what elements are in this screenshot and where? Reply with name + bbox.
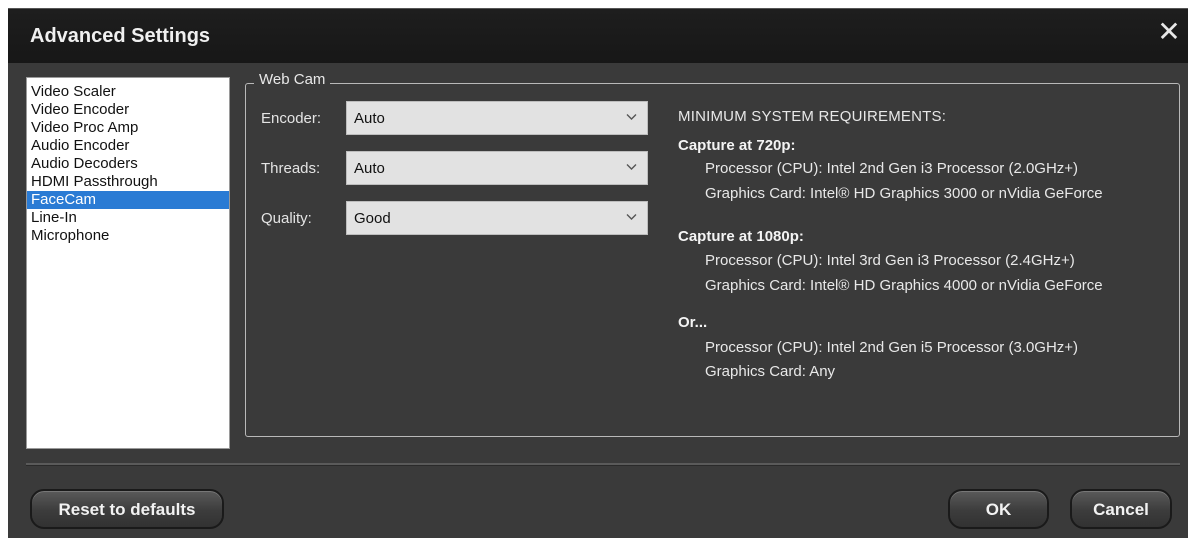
advanced-settings-dialog: Advanced Settings ✕ Video Scaler Video E… — [8, 8, 1188, 538]
ok-button[interactable]: OK — [948, 489, 1049, 529]
encoder-value: Auto — [354, 110, 385, 127]
reset-to-defaults-button[interactable]: Reset to defaults — [30, 489, 224, 529]
list-item-audio-decoders[interactable]: Audio Decoders — [27, 155, 229, 173]
title-bar: Advanced Settings ✕ — [8, 9, 1188, 63]
quality-select[interactable]: Good — [346, 201, 648, 235]
requirements-or-cpu: Processor (CPU): Intel 2nd Gen i5 Proces… — [705, 339, 1079, 356]
requirements-heading: MINIMUM SYSTEM REQUIREMENTS: — [678, 108, 947, 125]
chevron-down-icon — [626, 114, 637, 120]
list-item-audio-encoder[interactable]: Audio Encoder — [27, 137, 229, 155]
footer-separator — [26, 463, 1180, 466]
requirements-1080p-title: Capture at 1080p: — [678, 228, 804, 245]
dialog-title: Advanced Settings — [30, 25, 211, 47]
list-item-video-encoder[interactable]: Video Encoder — [27, 101, 229, 119]
quality-label: Quality: — [261, 210, 312, 227]
requirements-1080p-cpu: Processor (CPU): Intel 3rd Gen i3 Proces… — [705, 252, 1075, 269]
close-icon[interactable]: ✕ — [1156, 18, 1182, 46]
quality-value: Good — [354, 210, 391, 227]
threads-select[interactable]: Auto — [346, 151, 648, 185]
threads-label: Threads: — [261, 160, 321, 177]
settings-category-list[interactable]: Video Scaler Video Encoder Video Proc Am… — [26, 77, 230, 449]
requirements-or-title: Or... — [678, 314, 708, 331]
requirements-1080p-gpu: Graphics Card: Intel® HD Graphics 4000 o… — [705, 277, 1103, 294]
webcam-group-title: Web Cam — [254, 71, 331, 88]
encoder-label: Encoder: — [261, 110, 322, 127]
cancel-button[interactable]: Cancel — [1070, 489, 1172, 529]
requirements-720p-title: Capture at 720p: — [678, 137, 796, 154]
list-item-line-in[interactable]: Line-In — [27, 209, 229, 227]
requirements-or-gpu: Graphics Card: Any — [705, 363, 836, 380]
threads-value: Auto — [354, 160, 385, 177]
requirements-720p-cpu: Processor (CPU): Intel 2nd Gen i3 Proces… — [705, 160, 1079, 177]
chevron-down-icon — [626, 164, 637, 170]
list-item-video-proc-amp[interactable]: Video Proc Amp — [27, 119, 229, 137]
encoder-select[interactable]: Auto — [346, 101, 648, 135]
list-item-hdmi-passthrough[interactable]: HDMI Passthrough — [27, 173, 229, 191]
chevron-down-icon — [626, 214, 637, 220]
list-item-microphone[interactable]: Microphone — [27, 227, 229, 245]
list-item-video-scaler[interactable]: Video Scaler — [27, 83, 229, 101]
list-item-facecam[interactable]: FaceCam — [27, 191, 229, 209]
requirements-720p-gpu: Graphics Card: Intel® HD Graphics 3000 o… — [705, 185, 1103, 202]
